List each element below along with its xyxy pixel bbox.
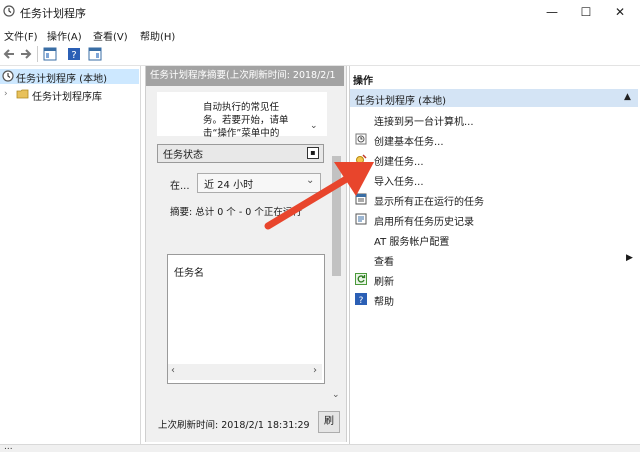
menu-file[interactable]: 文件(F) <box>4 28 38 43</box>
action-help[interactable]: ? 帮助 <box>352 290 637 308</box>
action-view[interactable]: 查看 ▶ <box>352 250 637 268</box>
collapse-up-icon[interactable]: ▲ <box>624 92 631 102</box>
forward-icon[interactable] <box>19 47 33 61</box>
menu-help[interactable]: 帮助(H) <box>140 28 175 43</box>
action-connect-computer[interactable]: 连接到另一台计算机... <box>352 110 637 128</box>
chevron-right-icon[interactable]: › <box>4 89 8 99</box>
svg-text:?: ? <box>71 50 76 61</box>
scroll-down-icon[interactable]: ⌄ <box>332 390 340 400</box>
close-button[interactable]: ✕ <box>598 0 640 24</box>
scroll-right-icon[interactable]: › <box>313 365 317 376</box>
actions-title: 操作 <box>353 76 373 87</box>
action-at-service-config[interactable]: AT 服务帐户配置 <box>352 230 637 248</box>
action-enable-history[interactable]: 启用所有任务历史记录 <box>352 210 637 228</box>
clock-icon <box>2 70 14 82</box>
svg-text:?: ? <box>359 296 364 305</box>
action-show-running-tasks[interactable]: 显示所有正在运行的任务 <box>352 190 637 208</box>
toolbar-divider <box>37 46 38 62</box>
help-icon: ? <box>355 293 367 305</box>
task-status-label: 任务状态 <box>163 150 203 161</box>
action-create-task[interactable]: 创建任务... <box>352 150 637 168</box>
folder-icon <box>16 88 29 100</box>
description-line: 自动执行的常见任 <box>203 102 280 113</box>
description-line: 击“操作”菜单中的 <box>203 128 280 139</box>
navigation-tree <box>0 66 141 444</box>
description-line: 务。若要开始，请单 <box>203 115 289 126</box>
refresh-icon <box>355 273 367 285</box>
period-selected-value: 近 24 小时 <box>204 180 254 191</box>
window-title: 任务计划程序 <box>20 7 86 20</box>
menu-action[interactable]: 操作(A) <box>47 28 82 43</box>
submenu-arrow-icon: ▶ <box>626 253 633 263</box>
tree-item-local[interactable]: 任务计划程序 (本地) <box>0 69 139 85</box>
help-toolbar-icon[interactable]: ? <box>67 47 81 61</box>
chevron-down-icon[interactable]: ⌄ <box>310 121 318 131</box>
tree-item-library[interactable]: › 任务计划程序库 <box>0 87 139 103</box>
summary-header: 任务计划程序摘要(上次刷新时间: 2018/2/1 <box>146 66 344 86</box>
last-refresh-text: 上次刷新时间: 2018/2/1 18:31:29 <box>158 420 310 431</box>
action-import-task[interactable]: 导入任务... <box>352 170 637 188</box>
task-list-hscrollbar[interactable]: ‹ › <box>168 364 322 380</box>
refresh-button[interactable]: 刷 <box>318 411 340 433</box>
scroll-left-icon[interactable]: ‹ <box>171 365 175 376</box>
show-hide-action-pane-icon[interactable] <box>88 47 102 61</box>
action-refresh[interactable]: 刷新 <box>352 270 637 288</box>
basic-task-icon <box>355 133 367 145</box>
period-label: 在... <box>170 181 190 192</box>
show-hide-tree-icon[interactable] <box>43 47 57 61</box>
action-create-basic-task[interactable]: 创建基本任务... <box>352 130 637 148</box>
clock-icon <box>3 5 15 17</box>
menu-view[interactable]: 查看(V) <box>93 28 128 43</box>
tree-item-label: 任务计划程序库 <box>32 92 102 103</box>
actions-group-label: 任务计划程序 (本地) <box>355 96 446 107</box>
annotation-arrow <box>250 150 380 240</box>
tree-item-label: 任务计划程序 (本地) <box>16 74 107 85</box>
column-header-task-name[interactable]: 任务名 <box>174 264 204 279</box>
back-icon[interactable] <box>2 47 16 61</box>
